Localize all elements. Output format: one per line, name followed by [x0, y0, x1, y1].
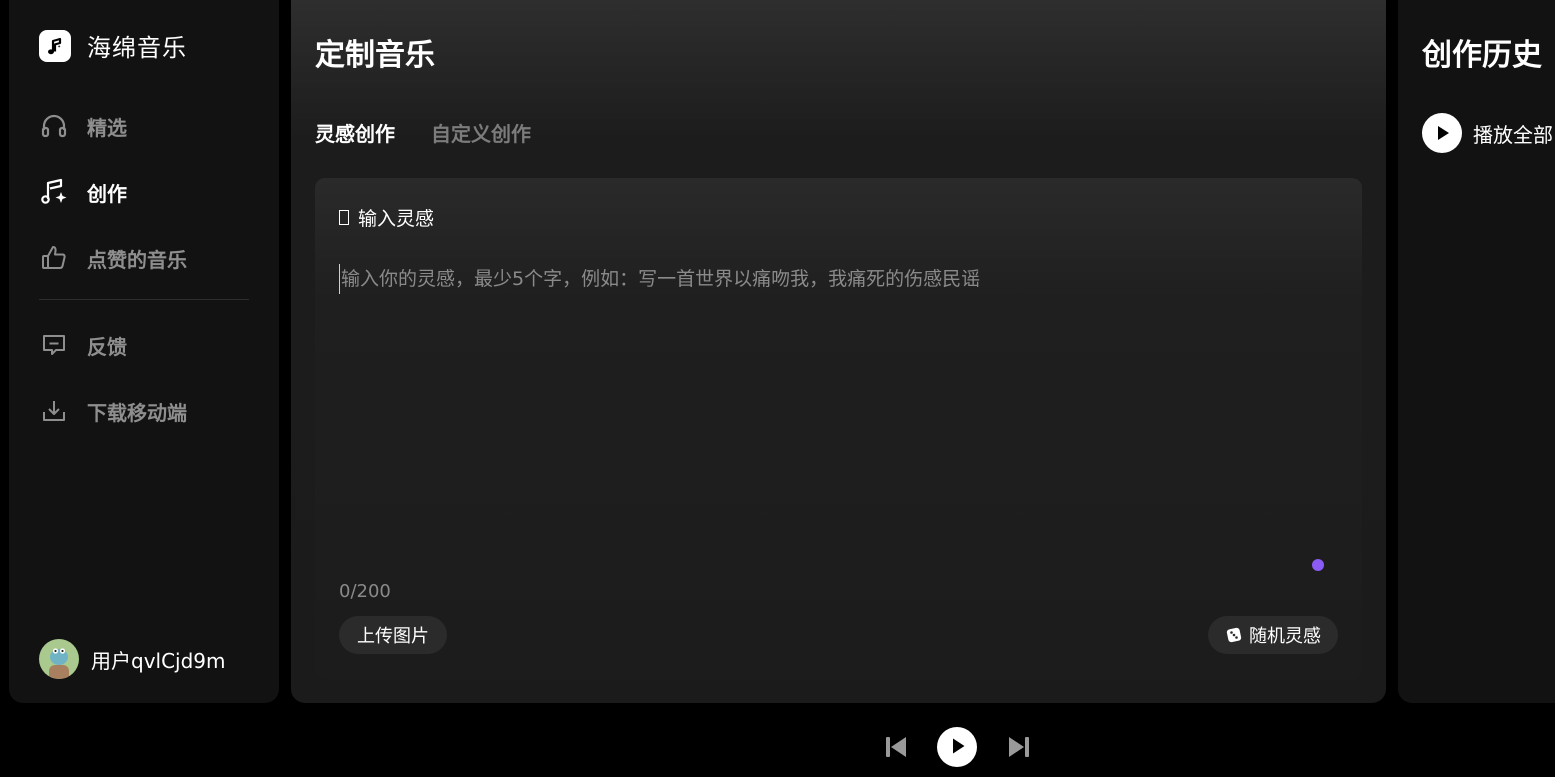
user-name: 用户qvlCjd9m	[91, 648, 226, 673]
play-icon	[1422, 113, 1462, 153]
sidebar-item-label: 点赞的音乐	[87, 247, 187, 272]
play-all-label: 播放全部	[1473, 122, 1553, 147]
brand[interactable]: 海绵音乐	[39, 28, 187, 63]
create-tabs: 灵感创作 自定义创作	[315, 118, 567, 147]
skip-previous-icon[interactable]	[883, 733, 909, 761]
sidebar-divider	[39, 299, 249, 300]
feedback-icon	[39, 330, 69, 360]
sidebar-item-label: 创作	[87, 181, 127, 206]
missing-glyph-icon	[339, 210, 349, 225]
dice-icon	[1226, 627, 1242, 643]
play-button[interactable]	[937, 727, 977, 767]
sidebar-item-label: 精选	[87, 115, 127, 140]
sidebar-item-label: 下载移动端	[87, 400, 187, 425]
page-title: 定制音乐	[315, 38, 435, 73]
inspiration-label-text: 输入灵感	[358, 208, 435, 230]
sidebar-item-create[interactable]: 创作	[39, 177, 127, 207]
sidebar-item-liked-music[interactable]: 点赞的音乐	[39, 243, 187, 273]
download-icon	[39, 396, 69, 426]
upload-image-button[interactable]: 上传图片	[339, 616, 447, 654]
music-sparkle-icon	[39, 177, 69, 207]
sidebar-item-featured[interactable]: 精选	[39, 111, 127, 141]
tab-custom[interactable]: 自定义创作	[431, 118, 531, 147]
sidebar: 海绵音乐 精选 创作 点赞的音乐 反馈 下载移动端 用户qvlCjd9m	[9, 0, 279, 703]
play-icon	[948, 737, 966, 758]
brand-name: 海绵音乐	[87, 34, 187, 62]
history-title: 创作历史	[1422, 38, 1542, 73]
inspiration-input[interactable]	[339, 264, 1339, 294]
sidebar-item-label: 反馈	[87, 334, 127, 359]
status-dot	[1312, 559, 1324, 571]
music-note-icon	[39, 29, 71, 62]
thumbs-up-icon	[39, 243, 69, 273]
char-counter: 0/200	[339, 581, 391, 602]
headphones-icon	[39, 111, 69, 141]
user-profile[interactable]: 用户qvlCjd9m	[39, 639, 226, 679]
random-inspiration-button[interactable]: 随机灵感	[1208, 616, 1338, 654]
tab-inspiration[interactable]: 灵感创作	[315, 118, 395, 147]
sidebar-item-download-mobile[interactable]: 下载移动端	[39, 396, 187, 426]
sidebar-item-feedback[interactable]: 反馈	[39, 330, 127, 360]
play-all-button[interactable]: 播放全部	[1422, 113, 1553, 153]
skip-next-icon[interactable]	[1006, 733, 1032, 761]
player-bar	[0, 703, 1555, 777]
avatar-icon[interactable]	[39, 639, 79, 679]
main-panel: 定制音乐 灵感创作 自定义创作 输入灵感 0/200 上传图片 随机灵感	[291, 0, 1386, 703]
inspiration-card: 输入灵感 0/200 上传图片 随机灵感	[315, 178, 1362, 679]
history-panel: 创作历史 播放全部	[1398, 0, 1555, 703]
random-inspiration-label: 随机灵感	[1249, 626, 1321, 647]
inspiration-label: 输入灵感	[339, 204, 434, 231]
